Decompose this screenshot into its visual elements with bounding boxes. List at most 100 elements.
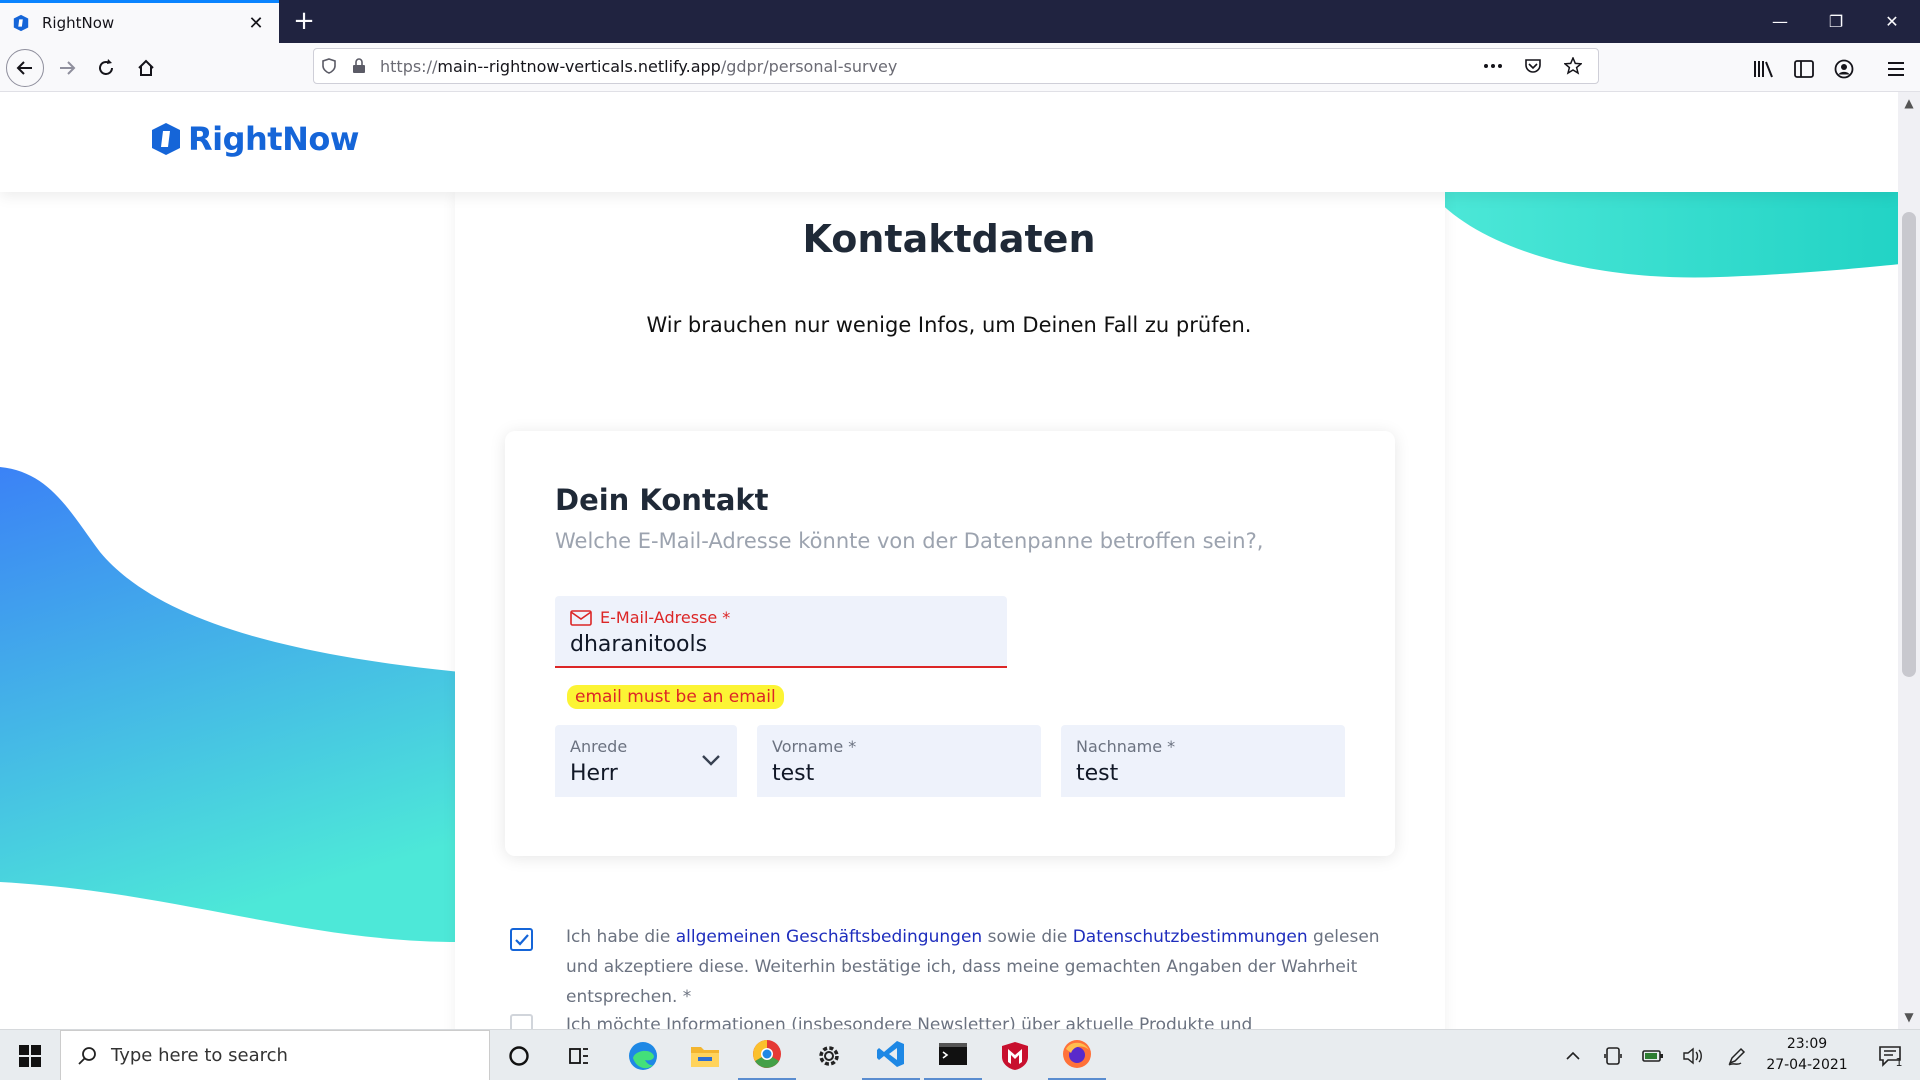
- chrome-icon: [753, 1040, 781, 1068]
- anrede-value: Herr: [570, 761, 618, 786]
- new-tab-button[interactable]: +: [288, 6, 320, 38]
- logo-text: RightNow: [188, 120, 359, 158]
- pocket-icon[interactable]: [1518, 51, 1548, 81]
- nachname-label: Nachname *: [1076, 737, 1176, 756]
- library-icon[interactable]: [1752, 57, 1776, 81]
- task-view-icon: [569, 1047, 588, 1064]
- notification-count: 1: [1895, 1056, 1903, 1069]
- page-actions-icon[interactable]: [1478, 51, 1508, 81]
- device-icon[interactable]: [1596, 1030, 1630, 1080]
- notification-center-button[interactable]: 1: [1866, 1030, 1914, 1080]
- tab-close-icon[interactable]: ✕: [245, 13, 267, 34]
- window-minimize-button[interactable]: —: [1752, 0, 1808, 43]
- bookmark-star-icon[interactable]: [1558, 51, 1588, 81]
- vorname-field[interactable]: Vorname * test: [757, 725, 1041, 797]
- clock-time: 23:09: [1786, 1036, 1828, 1052]
- privacy-link[interactable]: Datenschutzbestimmungen: [1073, 927, 1308, 947]
- email-field[interactable]: E-Mail-Adresse * dharanitools: [555, 596, 1007, 668]
- vscode-app[interactable]: [862, 1030, 920, 1080]
- search-icon: [78, 1046, 96, 1065]
- task-view-button[interactable]: [550, 1030, 608, 1080]
- reload-button[interactable]: [87, 49, 125, 87]
- hamburger-menu-icon[interactable]: [1884, 57, 1908, 81]
- terminal-app[interactable]: [924, 1030, 982, 1080]
- tab-title: RightNow: [42, 14, 115, 32]
- terminal-icon: [939, 1043, 967, 1065]
- scroll-thumb[interactable]: [1902, 212, 1916, 677]
- settings-app[interactable]: [800, 1030, 858, 1080]
- arrow-left-icon: [16, 61, 32, 75]
- url-text[interactable]: https://main--rightnow-verticals.netlify…: [380, 57, 1478, 76]
- envelope-icon: [570, 609, 592, 626]
- agb-link[interactable]: allgemeinen Geschäftsbedingungen: [676, 927, 982, 947]
- chrome-app[interactable]: [738, 1030, 796, 1080]
- anrede-select[interactable]: Anrede Herr: [555, 725, 737, 797]
- mcafee-app[interactable]: [986, 1030, 1044, 1080]
- browser-tab[interactable]: RightNow ✕: [0, 0, 279, 43]
- arrow-right-icon: [60, 61, 76, 75]
- scroll-down-icon[interactable]: ▼: [1902, 1010, 1916, 1024]
- window-restore-button[interactable]: ❐: [1808, 0, 1864, 43]
- home-button[interactable]: [127, 49, 165, 87]
- url-bar[interactable]: https://main--rightnow-verticals.netlify…: [313, 48, 1599, 84]
- pen-icon[interactable]: [1720, 1030, 1754, 1080]
- home-icon: [138, 59, 154, 76]
- vscode-icon: [877, 1041, 904, 1067]
- terms-text-1: Ich habe die: [566, 927, 676, 947]
- gear-icon: [819, 1045, 839, 1066]
- account-icon[interactable]: [1832, 57, 1856, 81]
- nachname-field[interactable]: Nachname * test: [1061, 725, 1345, 797]
- edge-app[interactable]: [614, 1030, 672, 1080]
- anrede-label: Anrede: [570, 737, 628, 756]
- terms-checkbox[interactable]: [510, 928, 533, 951]
- scroll-up-icon[interactable]: ▲: [1902, 96, 1916, 110]
- vorname-label: Vorname *: [772, 737, 857, 756]
- rightnow-logo-icon: [152, 123, 180, 155]
- browser-nav-bar: https://main--rightnow-verticals.netlify…: [0, 43, 1920, 92]
- rightnow-logo[interactable]: RightNow: [150, 120, 359, 158]
- start-button[interactable]: [0, 1030, 60, 1080]
- forward-button[interactable]: [48, 49, 86, 87]
- vorname-value: test: [772, 761, 815, 786]
- page-viewport: RightNow Kontaktdaten Wir brauchen nur w…: [0, 92, 1898, 1029]
- back-button[interactable]: [6, 49, 44, 87]
- tracking-shield-icon[interactable]: [314, 51, 344, 81]
- cortana-button[interactable]: [490, 1030, 548, 1080]
- terms-text-2: sowie die: [982, 927, 1073, 947]
- email-error-message: email must be an email: [567, 685, 784, 709]
- page-title: Kontaktdaten: [802, 217, 1096, 261]
- tray-expand-icon[interactable]: [1558, 1030, 1588, 1080]
- url-path: /gdpr/personal-survey: [720, 56, 898, 76]
- battery-icon[interactable]: [1636, 1030, 1670, 1080]
- cortana-circle-icon: [509, 1045, 529, 1066]
- url-host: main--rightnow-verticals.netlify.app: [437, 56, 721, 76]
- email-label: E-Mail-Adresse *: [570, 608, 730, 627]
- page-scrollbar[interactable]: ▲ ▼: [1898, 92, 1920, 1029]
- clock-date: 27-04-2021: [1766, 1057, 1848, 1073]
- reload-icon: [99, 59, 113, 75]
- windows-taskbar: Type here to search 23:09 27-04-2021 1: [0, 1029, 1920, 1080]
- windows-logo-icon: [19, 1044, 41, 1067]
- lock-icon[interactable]: [344, 51, 374, 81]
- email-label-text: E-Mail-Adresse *: [600, 608, 731, 627]
- site-header: RightNow: [0, 92, 1898, 192]
- page-subtitle: Wir brauchen nur wenige Infos, um Deinen…: [646, 313, 1252, 337]
- nachname-value: test: [1076, 761, 1119, 786]
- folder-icon: [691, 1046, 719, 1067]
- taskbar-clock[interactable]: 23:09 27-04-2021: [1752, 1034, 1862, 1076]
- taskbar-search-box[interactable]: Type here to search: [60, 1030, 490, 1080]
- contact-title: Dein Kontakt: [555, 483, 769, 517]
- volume-icon[interactable]: [1676, 1030, 1710, 1080]
- chevron-down-icon: [702, 755, 720, 766]
- newsletter-text: Ich möchte Informationen (insbesondere N…: [566, 1015, 1253, 1029]
- file-explorer-app[interactable]: [676, 1030, 734, 1080]
- contact-card: Dein Kontakt Welche E-Mail-Adresse könnt…: [505, 431, 1395, 856]
- firefox-icon: [1063, 1040, 1091, 1068]
- firefox-app[interactable]: [1048, 1030, 1106, 1080]
- window-close-button[interactable]: ✕: [1864, 0, 1920, 43]
- checkmark-icon: [514, 933, 529, 946]
- sidebar-toggle-icon[interactable]: [1792, 57, 1816, 81]
- url-scheme: https://: [380, 56, 438, 76]
- newsletter-checkbox[interactable]: [510, 1014, 533, 1029]
- browser-tab-bar: RightNow ✕ + — ❐ ✕: [0, 0, 1920, 43]
